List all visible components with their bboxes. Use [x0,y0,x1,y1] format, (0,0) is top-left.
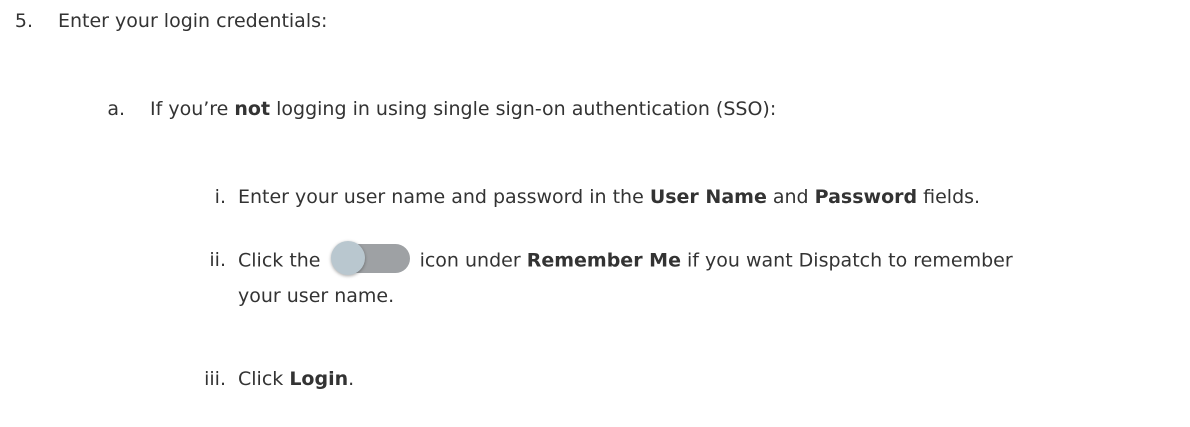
step-i-bold-password: Password [814,186,918,208]
step-5-marker: 5. [14,10,33,32]
step-a-text: If you’re not logging in using single si… [150,96,776,122]
step-iii-marker: iii. [204,368,226,390]
step-5-text: Enter your login credentials: [58,10,328,32]
step-ii-text-middle: icon under [413,249,527,272]
toggle-knob [330,241,365,275]
step-iii-text-after: . [348,368,355,390]
step-ii-text-after: if you want Dispatch to remember [680,249,1013,272]
step-iii-text: Click Login. [238,366,354,392]
step-i-text: Enter your user name and password in the… [238,184,980,210]
step-a-text-before: If you’re [150,98,235,120]
step-ii-marker: ii. [209,249,226,271]
step-i-marker: i. [214,186,226,208]
step-iii-bold-login: Login [289,368,349,390]
step-ii-text-line2: your user name. [238,285,395,307]
step-i-bold-user-name: User Name [649,186,767,208]
step-a-bold-not: not [234,98,271,120]
step-i-text-middle: and [766,186,815,208]
step-ii-bold-remember-me: Remember Me [526,249,681,272]
step-ii-text-before: Click the [238,249,327,272]
step-i-text-after: fields. [917,186,981,208]
step-i-text-before: Enter your user name and password in the [238,186,650,208]
step-a-text-after: logging in using single sign-on authenti… [270,98,777,120]
step-ii-text: Click the icon under Remember Me if you … [238,241,1013,275]
step-iii-text-before: Click [238,368,290,390]
step-a-marker: a. [107,98,125,120]
toggle-switch-off-icon [330,241,410,275]
